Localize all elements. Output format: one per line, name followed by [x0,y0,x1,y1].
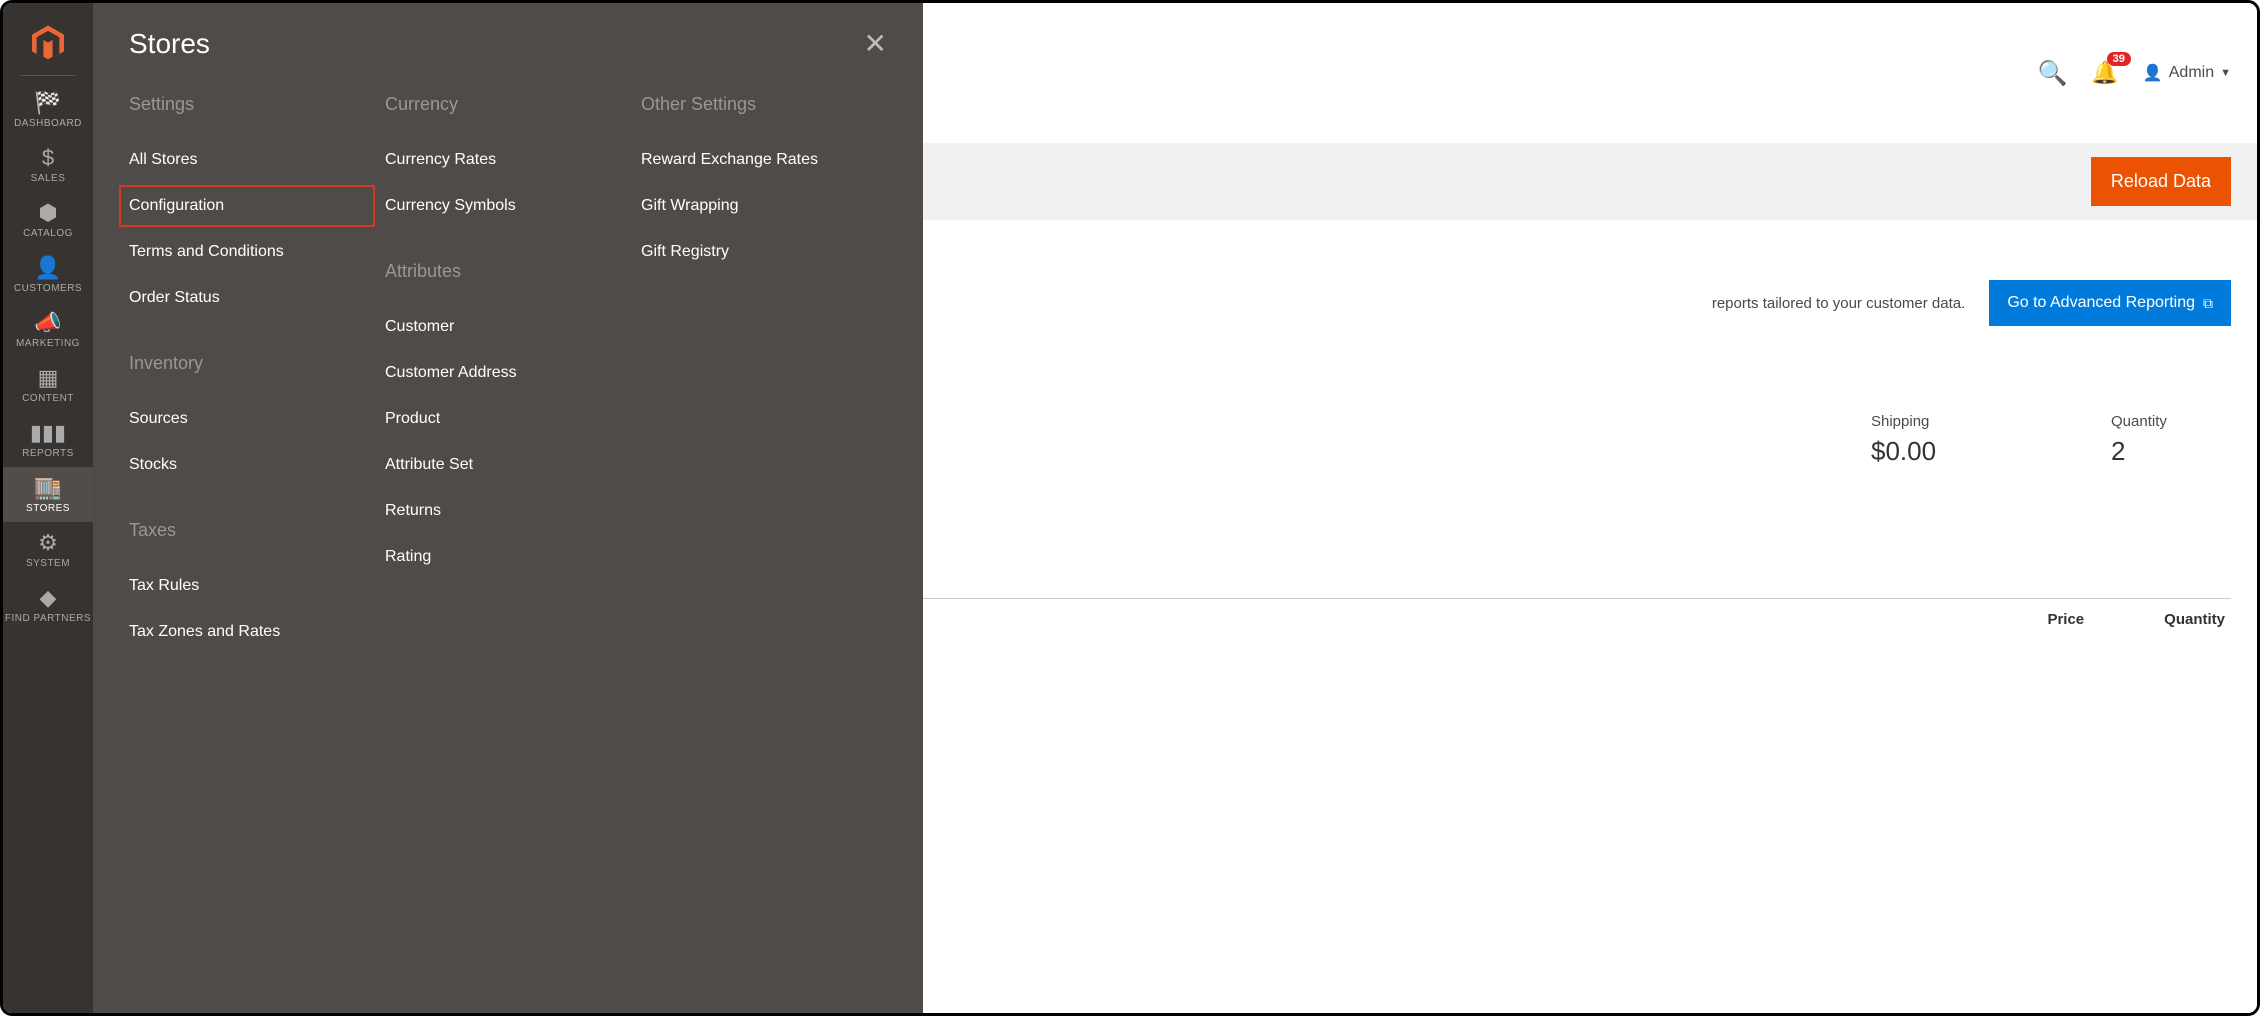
flyout-title: Stores [129,28,210,60]
link-attr-customer[interactable]: Customer [375,306,631,348]
sidebar-item-label: CONTENT [22,393,74,404]
notifications-button[interactable]: 🔔 39 [2091,60,2118,86]
box-icon: ⬢ [38,202,57,224]
sidebar-item-dashboard[interactable]: 🏁 DASHBOARD [3,82,93,137]
gauge-icon: 🏁 [34,92,61,114]
link-reward-exchange-rates[interactable]: Reward Exchange Rates [631,139,887,181]
link-stocks[interactable]: Stocks [119,444,375,486]
link-gift-registry[interactable]: Gift Registry [631,231,887,273]
chevron-down-icon: ▼ [2220,67,2231,79]
sidebar-item-system[interactable]: ⚙ SYSTEM [3,522,93,577]
col-quantity: Quantity [2164,611,2225,628]
group-title-attributes: Attributes [385,261,631,282]
flyout-col-3: Other Settings Reward Exchange Rates Gif… [641,94,887,657]
sidebar-item-label: MARKETING [16,338,80,349]
group-title-taxes: Taxes [129,520,375,541]
link-order-status[interactable]: Order Status [119,277,375,319]
advanced-reporting-button[interactable]: Go to Advanced Reporting ⧉ [1989,280,2231,326]
layout-icon: ▦ [38,367,59,389]
notifications-badge: 39 [2107,52,2131,66]
stat-label: Quantity [2111,413,2231,430]
sidebar-item-label: CUSTOMERS [14,283,82,294]
link-attr-attribute-set[interactable]: Attribute Set [375,444,631,486]
advanced-reporting-text: reports tailored to your customer data. [1712,295,1965,312]
col-price: Price [2047,611,2084,628]
group-title-currency: Currency [385,94,631,115]
link-attr-returns[interactable]: Returns [375,490,631,532]
user-icon: 👤 [2143,63,2163,83]
link-all-stores[interactable]: All Stores [119,139,375,181]
link-sources[interactable]: Sources [119,398,375,440]
stat-shipping: Shipping $0.00 [1871,413,1991,467]
bars-icon: ▮▮▮ [30,422,66,444]
megaphone-icon: 📣 [34,312,61,334]
gear-icon: ⚙ [38,532,58,554]
flyout-col-1: Settings All Stores Configuration Terms … [129,94,375,657]
link-attr-customer-address[interactable]: Customer Address [375,352,631,394]
stat-value: 2 [2111,436,2231,467]
sidebar-item-label: SALES [31,173,66,184]
sidebar-item-label: DASHBOARD [14,118,82,129]
reload-data-button[interactable]: Reload Data [2091,157,2231,206]
group-title-other-settings: Other Settings [641,94,887,115]
sidebar-item-label: STORES [26,503,70,514]
search-icon[interactable]: 🔍 [2038,59,2068,88]
sidebar-item-marketing[interactable]: 📣 MARKETING [3,302,93,357]
close-icon[interactable]: ✕ [864,27,887,60]
sidebar-item-content[interactable]: ▦ CONTENT [3,357,93,412]
sidebar-item-label: FIND PARTNERS [5,613,91,624]
group-title-inventory: Inventory [129,353,375,374]
link-attr-rating[interactable]: Rating [375,536,631,578]
sidebar-item-label: REPORTS [22,448,74,459]
stores-flyout: Stores ✕ Settings All Stores Configurati… [93,3,923,1013]
magento-logo[interactable] [28,23,68,63]
link-tax-rules[interactable]: Tax Rules [119,565,375,607]
store-icon: 🏬 [34,477,61,499]
external-link-icon: ⧉ [2203,295,2213,312]
sidebar-item-label: SYSTEM [26,558,70,569]
link-currency-rates[interactable]: Currency Rates [375,139,631,181]
admin-sidebar: 🏁 DASHBOARD $ SALES ⬢ CATALOG 👤 CUSTOMERS 📣 M… [3,3,93,1013]
user-name: Admin [2169,64,2214,82]
partners-icon: ◆ [40,587,57,609]
dollar-icon: $ [42,147,54,169]
link-gift-wrapping[interactable]: Gift Wrapping [631,185,887,227]
stat-label: Shipping [1871,413,1991,430]
sidebar-item-stores[interactable]: 🏬 STORES [3,467,93,522]
link-currency-symbols[interactable]: Currency Symbols [375,185,631,227]
group-title-settings: Settings [129,94,375,115]
link-terms-conditions[interactable]: Terms and Conditions [119,231,375,273]
sidebar-item-reports[interactable]: ▮▮▮ REPORTS [3,412,93,467]
stat-value: $0.00 [1871,436,1991,467]
sidebar-item-label: CATALOG [23,228,73,239]
person-icon: 👤 [34,257,61,279]
sidebar-item-catalog[interactable]: ⬢ CATALOG [3,192,93,247]
link-attr-product[interactable]: Product [375,398,631,440]
user-menu[interactable]: 👤 Admin ▼ [2143,63,2231,83]
button-label: Go to Advanced Reporting [2007,294,2195,312]
stat-quantity: Quantity 2 [2111,413,2231,467]
sidebar-item-customers[interactable]: 👤 CUSTOMERS [3,247,93,302]
link-configuration[interactable]: Configuration [119,185,375,227]
sidebar-separator [20,75,76,76]
flyout-col-2: Currency Currency Rates Currency Symbols… [385,94,631,657]
sidebar-item-sales[interactable]: $ SALES [3,137,93,192]
sidebar-item-partners[interactable]: ◆ FIND PARTNERS [3,577,93,632]
link-tax-zones-rates[interactable]: Tax Zones and Rates [119,611,375,653]
